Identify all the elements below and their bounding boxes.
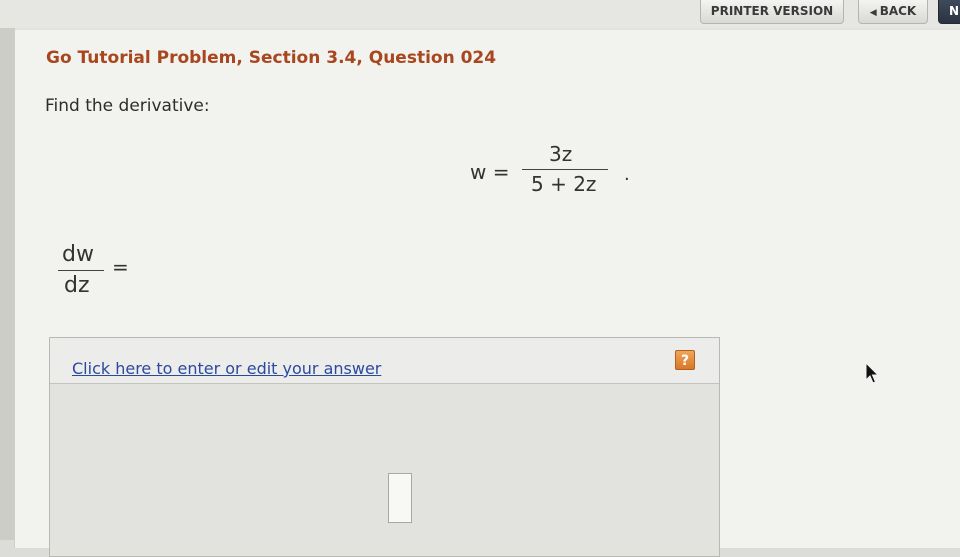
answer-header: Click here to enter or edit your answer … xyxy=(50,338,719,384)
equation-denominator: 5 + 2z xyxy=(531,172,597,196)
mouse-cursor-icon xyxy=(865,362,880,384)
edit-answer-link[interactable]: Click here to enter or edit your answer xyxy=(72,359,381,378)
question-mark-icon: ? xyxy=(680,353,690,369)
left-arrow-icon: ◀ xyxy=(869,8,877,18)
derivative-fraction-bar xyxy=(58,270,104,271)
equation-numerator: 3z xyxy=(549,142,573,166)
problem-title: Go Tutorial Problem, Section 3.4, Questi… xyxy=(46,48,497,68)
equation-period: . xyxy=(624,164,630,185)
top-toolbar: PRINTER VERSION ◀ BACK N xyxy=(0,0,960,28)
derivative-numerator: dw xyxy=(62,242,94,267)
derivative-equals: = xyxy=(112,255,129,279)
printer-version-button[interactable]: PRINTER VERSION xyxy=(700,0,844,24)
back-button[interactable]: ◀ BACK xyxy=(858,0,928,24)
next-label: N xyxy=(949,4,960,18)
printer-version-label: PRINTER VERSION xyxy=(710,4,834,18)
back-label: BACK xyxy=(879,4,917,18)
problem-prompt: Find the derivative: xyxy=(45,96,210,116)
next-button[interactable]: N xyxy=(938,0,960,24)
derivative-denominator: dz xyxy=(64,273,90,298)
equation-lhs: w = xyxy=(470,160,510,184)
help-button[interactable]: ? xyxy=(675,350,695,370)
answer-input-slot[interactable] xyxy=(388,473,412,523)
page-left-edge xyxy=(0,0,14,540)
answer-area: Click here to enter or edit your answer … xyxy=(49,337,720,557)
equation-fraction-bar xyxy=(522,169,608,170)
